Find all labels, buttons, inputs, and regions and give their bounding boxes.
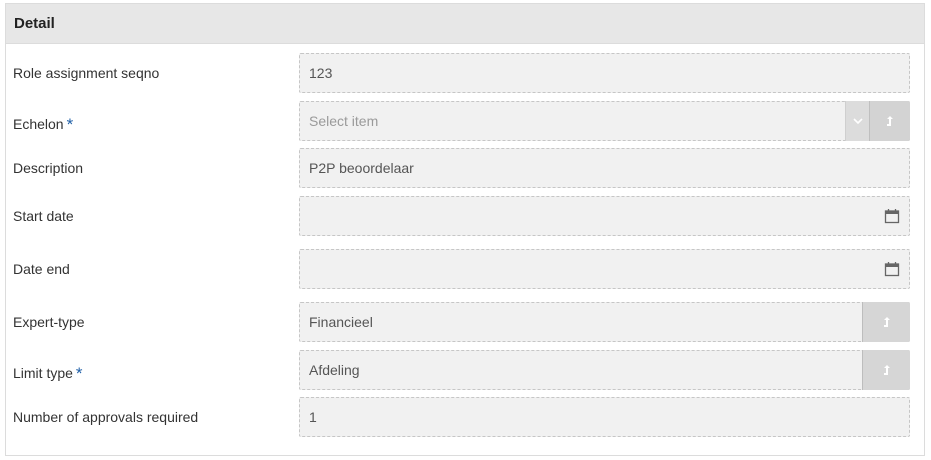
- approvals-label: Number of approvals required: [13, 409, 199, 425]
- limit-type-label-text: Limit type: [13, 365, 73, 381]
- seqno-field[interactable]: 123: [299, 53, 910, 93]
- echelon-dropdown-button[interactable]: [845, 101, 869, 141]
- expert-type-value: Financieel: [309, 314, 373, 330]
- lookup-arrow-icon: [883, 365, 890, 375]
- lookup-arrow-icon: [883, 317, 890, 327]
- expert-type-label: Expert-type: [13, 314, 85, 330]
- limit-type-field[interactable]: Afdeling: [299, 350, 910, 390]
- echelon-select[interactable]: Select item: [299, 101, 910, 141]
- seqno-label: Role assignment seqno: [13, 65, 160, 81]
- date-end-field[interactable]: [299, 249, 910, 289]
- detail-panel: Detail Role assignment seqno 123 Echelon…: [5, 3, 925, 456]
- chevron-down-icon: [852, 118, 863, 124]
- echelon-lookup-button[interactable]: [869, 101, 910, 141]
- expert-type-lookup-button[interactable]: [862, 302, 910, 342]
- description-label: Description: [13, 160, 84, 176]
- echelon-placeholder: Select item: [309, 113, 379, 129]
- expert-type-field[interactable]: Financieel: [299, 302, 910, 342]
- date-end-label: Date end: [13, 261, 70, 277]
- start-date-label: Start date: [13, 208, 74, 224]
- limit-type-label: Limit type *: [13, 364, 83, 384]
- approvals-value: 1: [309, 409, 317, 425]
- calendar-icon[interactable]: [884, 261, 900, 277]
- panel-title: Detail: [6, 4, 924, 44]
- seqno-value: 123: [309, 65, 333, 81]
- required-mark: *: [66, 115, 74, 134]
- limit-type-lookup-button[interactable]: [862, 350, 910, 390]
- approvals-field[interactable]: 1: [299, 397, 910, 437]
- calendar-icon[interactable]: [884, 208, 900, 224]
- echelon-label: Echelon *: [13, 115, 73, 135]
- lookup-arrow-icon: [887, 116, 893, 126]
- start-date-field[interactable]: [299, 196, 910, 236]
- echelon-label-text: Echelon: [13, 116, 64, 132]
- description-value: P2P beoordelaar: [309, 160, 414, 176]
- required-mark: *: [75, 364, 83, 383]
- description-field[interactable]: P2P beoordelaar: [299, 148, 910, 188]
- limit-type-value: Afdeling: [309, 362, 360, 378]
